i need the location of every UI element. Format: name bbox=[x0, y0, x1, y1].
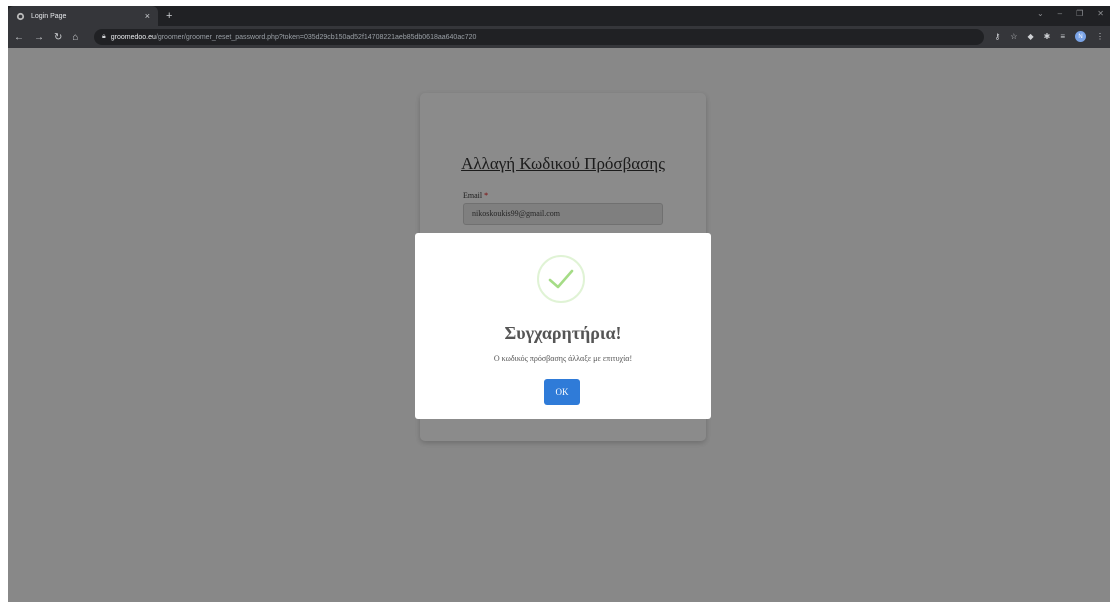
puzzle-icon[interactable]: ✱ bbox=[1044, 32, 1051, 41]
tab-title: Login Page bbox=[31, 12, 67, 20]
tab-search-icon[interactable]: ⌄ bbox=[1037, 9, 1044, 18]
reload-icon[interactable]: ↻ bbox=[54, 32, 62, 43]
key-icon[interactable]: ⚷ bbox=[994, 32, 1000, 41]
new-tab-button[interactable]: + bbox=[166, 10, 172, 22]
success-dialog: Συγχαρητήρια! Ο κωδικός πρόσβασης άλλαξε… bbox=[415, 233, 711, 419]
success-check-icon bbox=[537, 255, 585, 303]
dialog-title: Συγχαρητήρια! bbox=[504, 323, 622, 343]
tab-close-icon[interactable]: × bbox=[145, 11, 150, 21]
browser-titlebar: Login Page × + ⌄ – ❐ ✕ bbox=[8, 6, 1110, 26]
close-window-icon[interactable]: ✕ bbox=[1097, 9, 1104, 18]
back-icon[interactable]: ← bbox=[14, 32, 24, 43]
menu-icon[interactable]: ⋮ bbox=[1096, 32, 1104, 41]
star-icon[interactable]: ☆ bbox=[1010, 32, 1017, 41]
nav-buttons: ← → ↻ ⌂ bbox=[14, 32, 94, 43]
profile-avatar[interactable]: N bbox=[1075, 31, 1086, 42]
site-favicon-icon bbox=[16, 12, 25, 20]
ok-button[interactable]: OK bbox=[544, 379, 580, 405]
url-path: /groomer/groomer_reset_password.php?toke… bbox=[155, 33, 477, 41]
restore-icon[interactable]: ❐ bbox=[1076, 9, 1083, 18]
url-host: groomedoo.eu bbox=[110, 33, 156, 41]
color-extension-icon[interactable]: ◆ bbox=[1027, 32, 1033, 41]
address-bar[interactable]: 🔒︎ groomedoo.eu /groomer/groomer_reset_p… bbox=[94, 29, 984, 45]
home-icon[interactable]: ⌂ bbox=[72, 32, 78, 43]
browser-toolbar: ← → ↻ ⌂ 🔒︎ groomedoo.eu /groomer/groomer… bbox=[8, 26, 1110, 48]
extensions-area: ⚷ ☆ ◆ ✱ ≡ N ⋮ bbox=[994, 31, 1104, 42]
forward-icon[interactable]: → bbox=[34, 32, 44, 43]
reading-list-icon[interactable]: ≡ bbox=[1060, 32, 1065, 41]
browser-tab[interactable]: Login Page × bbox=[8, 6, 158, 26]
lock-icon: 🔒︎ bbox=[102, 33, 106, 40]
minimize-icon[interactable]: – bbox=[1058, 9, 1062, 18]
dialog-message: Ο κωδικός πρόσβασης άλλαξε με επιτυχία! bbox=[493, 354, 633, 363]
window-controls: ⌄ – ❐ ✕ bbox=[1037, 9, 1104, 18]
